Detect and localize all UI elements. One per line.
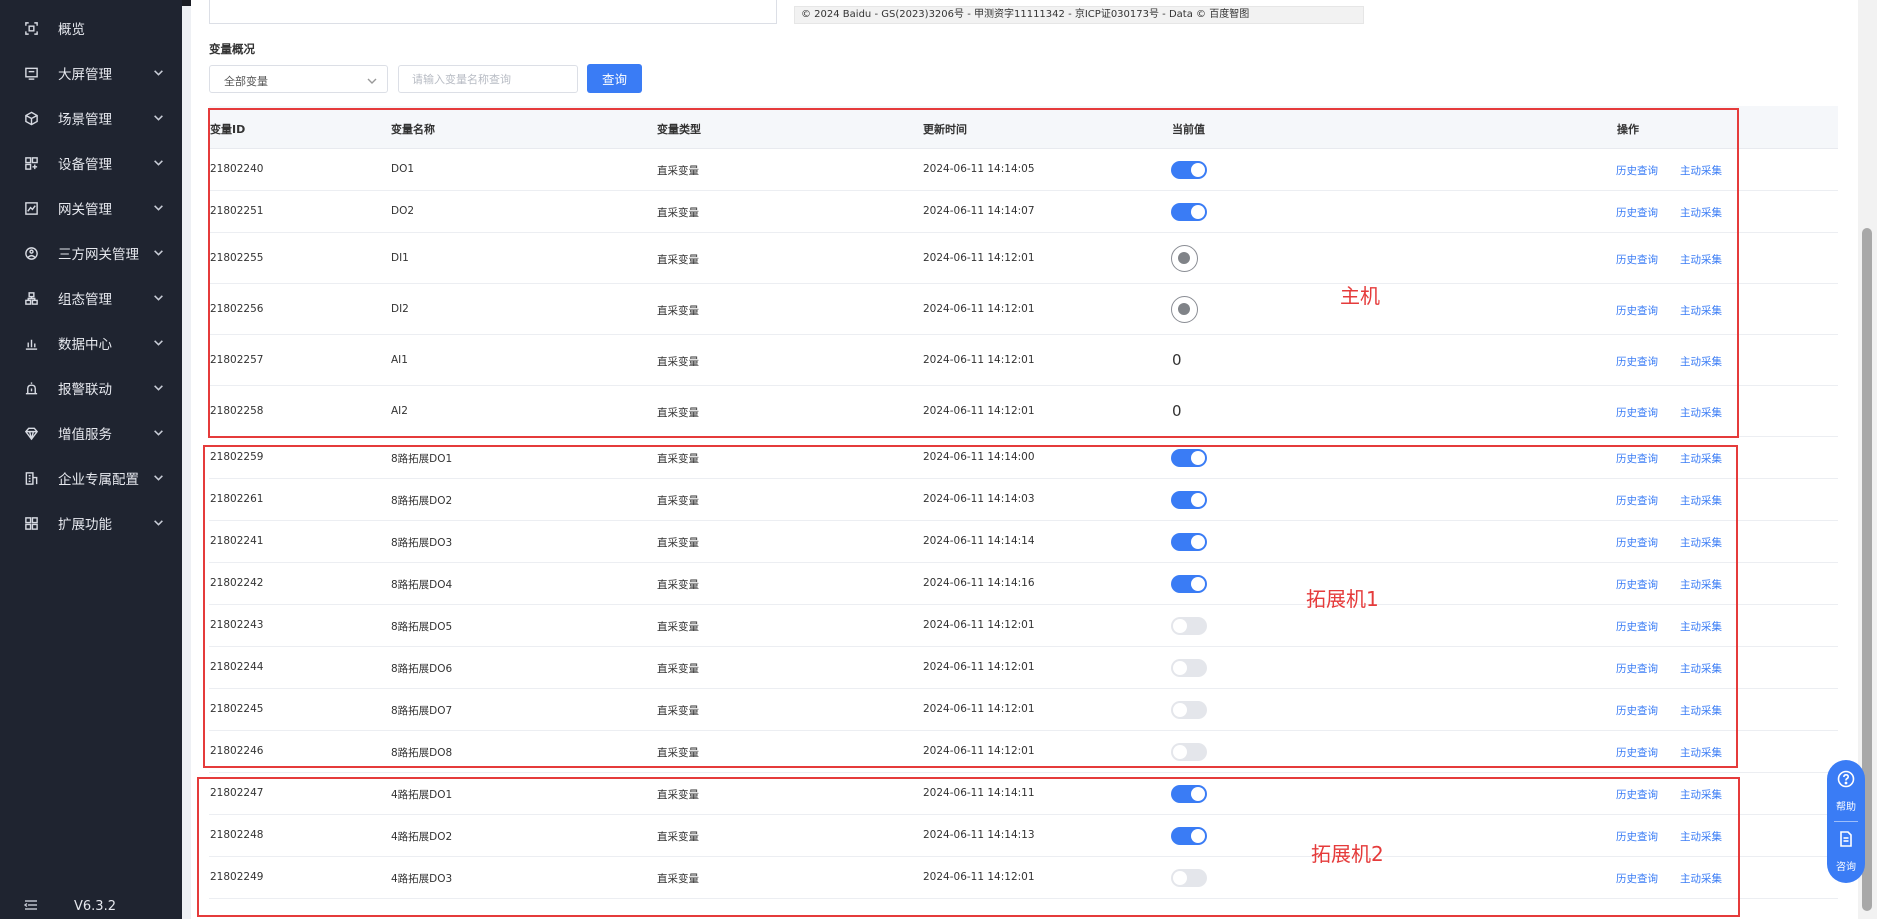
- third-party-gateway-icon: [22, 244, 40, 262]
- sidebar-item-9[interactable]: 增值服务: [0, 411, 182, 455]
- sidebar-item-label: 网关管理: [58, 202, 112, 218]
- overview-icon: [22, 19, 40, 37]
- chevron-down-icon: [153, 337, 165, 349]
- main-panel: © 2024 Baidu - GS(2023)3206号 - 甲测资字11111…: [191, 0, 1858, 919]
- alarm-icon: [22, 379, 40, 397]
- ext2-annotation-label: 拓展机2: [1311, 842, 1384, 866]
- apps-icon: [22, 514, 40, 532]
- help-widget: 帮助 咨询: [1827, 760, 1865, 883]
- sidebar-item-3[interactable]: 设备管理: [0, 141, 182, 185]
- sidebar-item-label: 数据中心: [58, 337, 112, 353]
- sidebar-item-label: 报警联动: [58, 382, 112, 398]
- ext1-annotation-box: [203, 445, 1738, 768]
- gateway-chart-icon: [22, 199, 40, 217]
- device-grid-icon: [22, 154, 40, 172]
- host-annotation-box: [208, 108, 1739, 438]
- sidebar-item-label: 概览: [58, 22, 85, 38]
- chevron-down-icon: [153, 472, 165, 484]
- consult-label[interactable]: 咨询: [1827, 858, 1865, 873]
- sidebar-item-0[interactable]: 概览: [0, 6, 182, 50]
- topology-icon: [22, 289, 40, 307]
- chevron-down-icon: [153, 202, 165, 214]
- chevron-down-icon: [153, 427, 165, 439]
- chevron-down-icon: [153, 247, 165, 259]
- chevron-down-icon: [153, 157, 165, 169]
- monitor-icon: [22, 64, 40, 82]
- diamond-icon: [22, 424, 40, 442]
- sidebar-item-label: 企业专属配置: [58, 472, 139, 488]
- sidebar-item-label: 三方网关管理: [58, 247, 139, 263]
- sidebar-item-label: 设备管理: [58, 157, 112, 173]
- sidebar-item-11[interactable]: 扩展功能: [0, 501, 182, 545]
- sidebar-item-1[interactable]: 大屏管理: [0, 51, 182, 95]
- version-footer: V6.3.2: [0, 894, 182, 918]
- chevron-down-icon: [153, 517, 165, 529]
- cube-icon: [22, 109, 40, 127]
- chevron-down-icon: [153, 112, 165, 124]
- map-copyright: © 2024 Baidu - GS(2023)3206号 - 甲测资字11111…: [794, 6, 1364, 24]
- host-annotation-label: 主机: [1340, 284, 1380, 308]
- help-label[interactable]: 帮助: [1827, 798, 1865, 813]
- variable-name-search-input[interactable]: [398, 65, 578, 93]
- helper-divider: [1834, 821, 1858, 822]
- sidebar-item-4[interactable]: 网关管理: [0, 186, 182, 230]
- help-question-icon[interactable]: [1837, 770, 1855, 788]
- section-title: 变量概况: [209, 42, 255, 56]
- ext2-annotation-box: [197, 777, 1740, 917]
- sidebar-item-label: 大屏管理: [58, 67, 112, 83]
- bar-chart-icon: [22, 334, 40, 352]
- sidebar-item-2[interactable]: 场景管理: [0, 96, 182, 140]
- sidebar-item-5[interactable]: 三方网关管理: [0, 231, 182, 275]
- sidebar-item-6[interactable]: 组态管理: [0, 276, 182, 320]
- consult-doc-icon[interactable]: [1837, 830, 1855, 848]
- sidebar-item-10[interactable]: 企业专属配置: [0, 456, 182, 500]
- building-icon: [22, 469, 40, 487]
- query-button[interactable]: 查询: [587, 64, 642, 93]
- ext1-annotation-label: 拓展机1: [1306, 587, 1379, 611]
- version-label: V6.3.2: [74, 898, 116, 914]
- sidebar-item-label: 场景管理: [58, 112, 112, 128]
- sidebar-item-8[interactable]: 报警联动: [0, 366, 182, 410]
- chevron-down-icon: [153, 292, 165, 304]
- sidebar-item-label: 增值服务: [58, 427, 112, 443]
- variable-type-select[interactable]: 全部变量: [209, 65, 388, 93]
- sidebar-item-label: 扩展功能: [58, 517, 112, 533]
- sidebar-item-7[interactable]: 数据中心: [0, 321, 182, 365]
- sidebar: 概览大屏管理场景管理设备管理网关管理三方网关管理 组态管理数据中心报警联动增值服务…: [0, 0, 182, 919]
- select-value: 全部变量: [224, 75, 268, 88]
- sidebar-item-label: 组态管理: [58, 292, 112, 308]
- collapse-menu-icon[interactable]: [23, 899, 38, 914]
- chevron-down-icon: [367, 75, 377, 89]
- chevron-down-icon: [153, 382, 165, 394]
- chevron-down-icon: [153, 67, 165, 79]
- map-search-box[interactable]: [209, 0, 777, 24]
